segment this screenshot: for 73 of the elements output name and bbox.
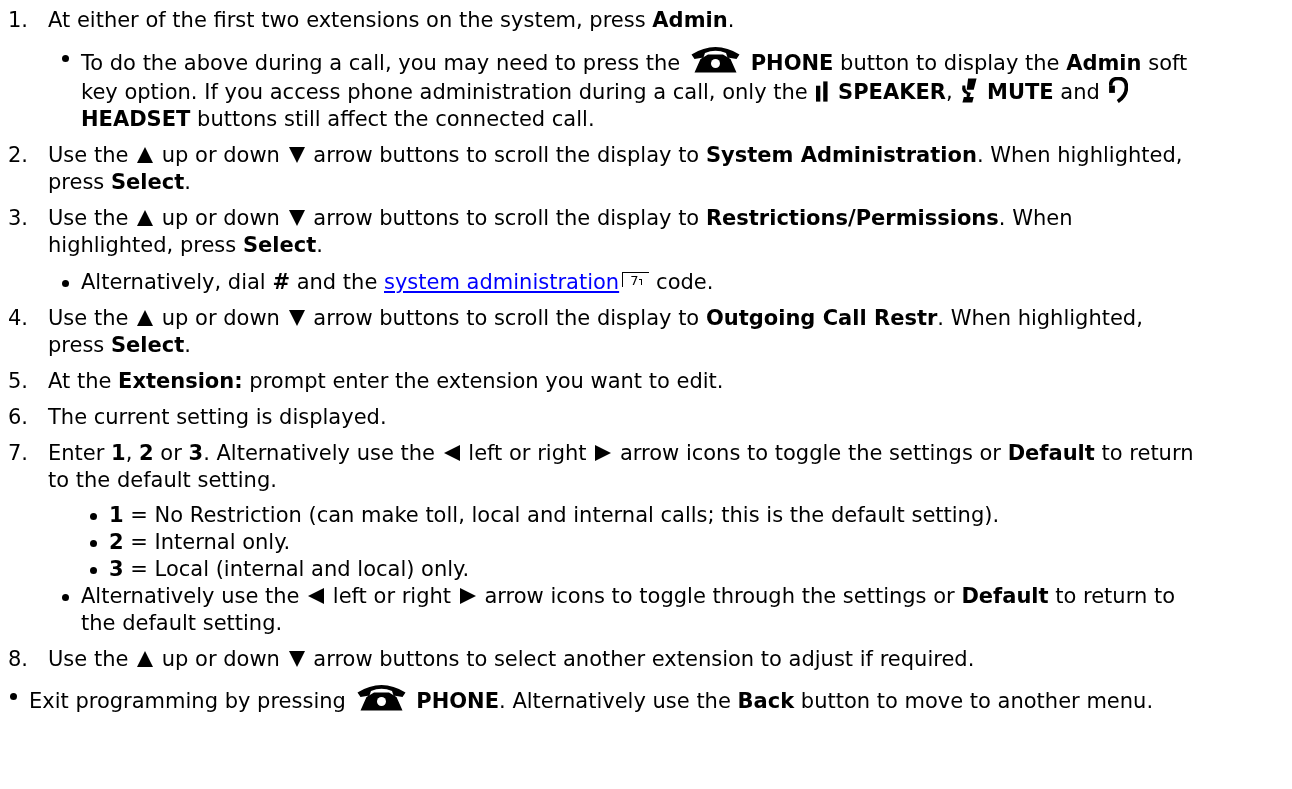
up-arrow-icon xyxy=(137,147,154,163)
instruction-text: arrow buttons to scroll the display to Restrictions/Permissions. When xyxy=(313,206,1073,230)
instruction-text: Alternatively, dial # and the xyxy=(81,270,378,294)
instruction-text: MUTE and xyxy=(987,80,1100,104)
instruction-text: arrow buttons to scroll the display to System Administration. When highlighted, xyxy=(313,143,1183,167)
up-arrow-icon xyxy=(137,210,154,226)
down-arrow-icon xyxy=(288,310,305,326)
page-reference[interactable]: 7 xyxy=(622,272,650,287)
instruction-text: up or down xyxy=(161,143,280,167)
left-arrow-icon xyxy=(308,588,325,604)
instruction-text: left or right xyxy=(468,441,587,465)
step-number: 7. xyxy=(8,440,30,467)
up-arrow-icon xyxy=(137,651,154,667)
instruction-text: arrow icons to toggle the settings or Default to return xyxy=(619,441,1194,465)
instruction-text: arrow buttons to scroll the display to Outgoing Call Restr. When highlighted, xyxy=(313,306,1143,330)
instruction-text: left or right xyxy=(332,584,452,608)
left-arrow-icon xyxy=(443,445,460,461)
instruction-text: Exit programming by pressing xyxy=(29,689,346,713)
instruction-text: code. xyxy=(656,270,714,294)
step-number: 2. xyxy=(8,142,30,169)
step-number: 1. xyxy=(8,7,30,34)
instruction-text: HEADSET buttons still affect the connected call. xyxy=(81,107,595,131)
instruction-text: At either of the first two extensions on the system, press Admin. xyxy=(48,8,735,32)
instruction-text: up or down xyxy=(161,647,280,671)
instruction-text: the default setting. xyxy=(81,611,283,635)
instruction-text: highlighted, press Select. xyxy=(48,233,323,257)
instruction-text: 2 = Internal only. xyxy=(109,530,291,554)
instruction-text: Use the xyxy=(48,206,129,230)
speaker-icon xyxy=(816,81,830,102)
instruction-text: Use the xyxy=(48,306,129,330)
instruction-text: to the default setting. xyxy=(48,468,277,492)
right-arrow-icon xyxy=(595,445,612,461)
bullet-icon xyxy=(90,567,97,574)
microphone-icon xyxy=(961,78,979,103)
down-arrow-icon xyxy=(288,651,305,667)
instruction-text: Enter 1, 2 or 3. Alternatively use the xyxy=(48,441,435,465)
step-number: 6. xyxy=(8,404,30,431)
instruction-text: press Select. xyxy=(48,333,191,357)
cross-reference-link[interactable]: system administration xyxy=(384,270,620,294)
down-arrow-icon xyxy=(288,147,305,163)
bullet-icon xyxy=(62,594,69,601)
instruction-text: press Select. xyxy=(48,170,191,194)
instruction-text: up or down xyxy=(161,206,280,230)
bullet-icon xyxy=(90,540,97,547)
step-number: 5. xyxy=(8,368,30,395)
instruction-text: To do the above during a call, you may need to press the xyxy=(81,51,681,75)
instruction-text: key option. If you access phone administration during a call, only the xyxy=(81,80,808,104)
instruction-text: PHONE. Alternatively use the Back button to move to another menu. xyxy=(416,689,1154,713)
instruction-text: Use the xyxy=(48,143,129,167)
bullet-icon xyxy=(62,55,69,62)
bullet-icon xyxy=(62,280,69,287)
instruction-text: At the Extension: prompt enter the extension you want to edit. xyxy=(48,369,724,393)
up-arrow-icon xyxy=(137,310,154,326)
instruction-text: Alternatively use the xyxy=(81,584,300,608)
bullet-icon xyxy=(90,513,97,520)
instruction-text: arrow icons to toggle through the settings or Default to return to xyxy=(484,584,1175,608)
telephone-icon xyxy=(355,682,407,712)
instruction-text: up or down xyxy=(161,306,280,330)
instruction-text: The current setting is displayed. xyxy=(48,405,387,429)
down-arrow-icon xyxy=(288,210,305,226)
telephone-icon xyxy=(690,44,741,74)
instruction-text: PHONE button to display the Admin soft xyxy=(750,51,1188,75)
instruction-text: 3 = Local (internal and local) only. xyxy=(109,557,470,581)
bullet-icon xyxy=(10,693,17,700)
step-number: 3. xyxy=(8,205,30,232)
instruction-text: SPEAKER, xyxy=(838,80,953,104)
step-number: 8. xyxy=(8,646,30,673)
headset-icon xyxy=(1108,77,1128,103)
right-arrow-icon xyxy=(459,588,476,604)
instruction-text: 1 = No Restriction (can make toll, local and internal calls; this is the default setting). xyxy=(109,503,1000,527)
instruction-text: Use the xyxy=(48,647,129,671)
step-number: 4. xyxy=(8,305,30,332)
instruction-text: arrow buttons to select another extension to adjust if required. xyxy=(313,647,975,671)
